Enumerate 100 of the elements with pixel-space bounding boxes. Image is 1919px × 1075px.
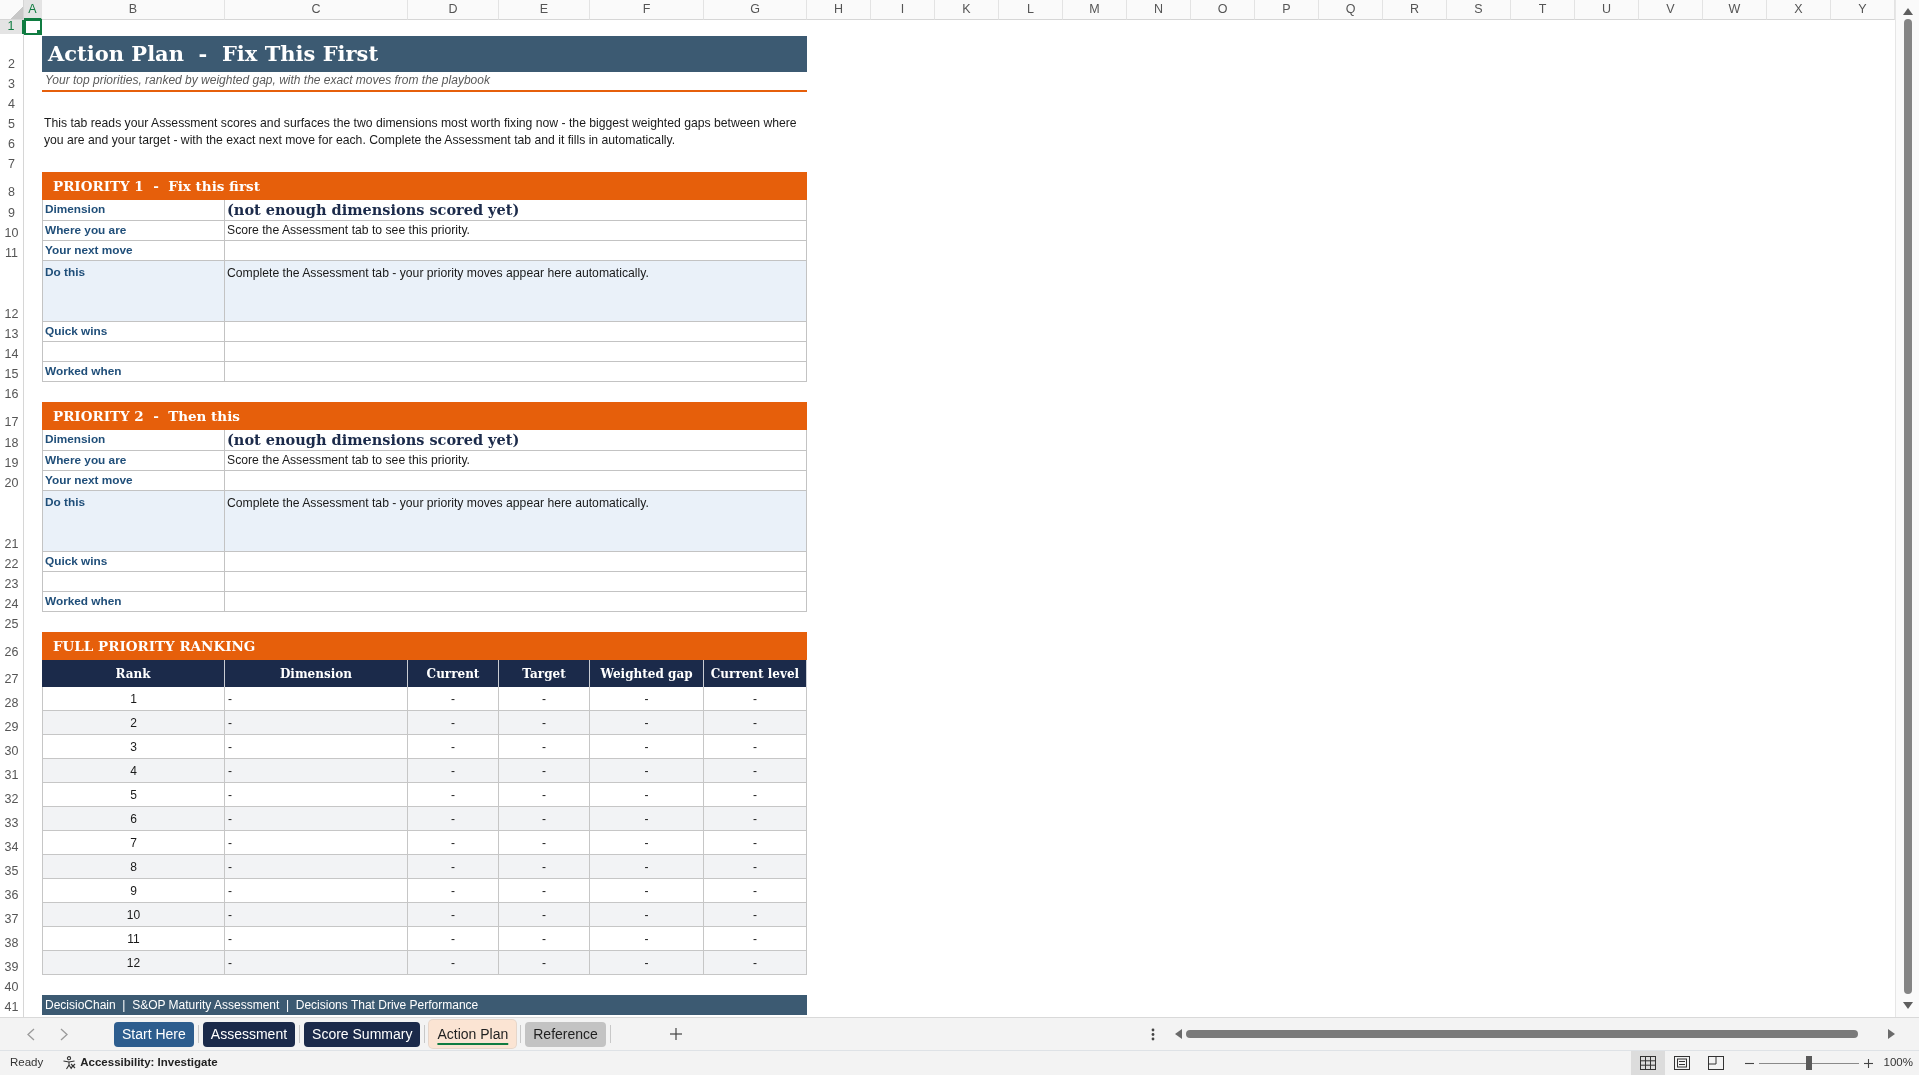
- table-cell: -: [704, 855, 807, 879]
- column-header[interactable]: F: [590, 0, 704, 20]
- accessibility-button[interactable]: Accessibility: Investigate: [62, 1054, 218, 1072]
- grid-icon: [1639, 1056, 1656, 1070]
- column-header[interactable]: S: [1447, 0, 1511, 20]
- table-cell: 10: [42, 903, 225, 927]
- column-header[interactable]: L: [999, 0, 1063, 20]
- section-heading: PRIORITY 2 - Then this: [42, 402, 807, 430]
- column-header[interactable]: H: [807, 0, 871, 20]
- triangle-left-icon[interactable]: [1175, 1029, 1182, 1039]
- section-heading: FULL PRIORITY RANKING: [42, 632, 807, 660]
- slider-thumb[interactable]: [1805, 1056, 1812, 1070]
- field-label: Do this: [42, 261, 225, 322]
- column-header[interactable]: B: [42, 0, 225, 20]
- column-header[interactable]: C: [225, 0, 408, 20]
- sheet-tab[interactable]: Start Here: [114, 1021, 194, 1047]
- table-cell: -: [704, 903, 807, 927]
- field-value: (not enough dimensions scored yet): [225, 200, 807, 221]
- zoom-slider[interactable]: [1758, 1056, 1859, 1070]
- table-cell: 12: [42, 951, 225, 975]
- table-cell: -: [590, 951, 704, 975]
- field-value: (not enough dimensions scored yet): [225, 430, 807, 451]
- table-cell: -: [408, 711, 499, 735]
- column-header[interactable]: U: [1575, 0, 1639, 20]
- view-button[interactable]: [1630, 1050, 1665, 1075]
- field-label: Worked when: [42, 362, 225, 382]
- sheet-tab[interactable]: Assessment: [202, 1021, 296, 1047]
- field-label: Dimension: [42, 430, 225, 451]
- field-label: Do this: [42, 491, 225, 552]
- title-banner: Action Plan - Fix This First: [42, 36, 807, 72]
- table-cell: -: [590, 759, 704, 783]
- table-cell: -: [408, 903, 499, 927]
- zoom-percentage[interactable]: 100%: [1883, 1054, 1913, 1072]
- sheet-tab[interactable]: Action Plan: [429, 1020, 517, 1048]
- triangle-down-icon[interactable]: [1902, 1002, 1913, 1009]
- table-cell: -: [225, 951, 408, 975]
- column-header[interactable]: K: [935, 0, 999, 20]
- sheet-tab[interactable]: Reference: [525, 1021, 606, 1047]
- table-cell: -: [225, 807, 408, 831]
- table-cell: -: [704, 807, 807, 831]
- column-header[interactable]: N: [1127, 0, 1191, 20]
- field-label: Dimension: [42, 200, 225, 221]
- column-heading: Target: [499, 660, 590, 687]
- column-header[interactable]: G: [704, 0, 807, 20]
- column-header[interactable]: Y: [1831, 0, 1895, 20]
- column-header[interactable]: M: [1063, 0, 1127, 20]
- vertical-dots-icon[interactable]: [1151, 1027, 1155, 1041]
- column-header[interactable]: R: [1383, 0, 1447, 20]
- table-cell: -: [590, 711, 704, 735]
- sheet-tab[interactable]: Score Summary: [304, 1021, 421, 1047]
- column-header[interactable]: E: [499, 0, 590, 20]
- column-header[interactable]: X: [1767, 0, 1831, 20]
- table-cell: -: [704, 951, 807, 975]
- column-header[interactable]: V: [1639, 0, 1703, 20]
- plus-icon: [669, 1028, 682, 1040]
- table-cell: -: [590, 903, 704, 927]
- table-cell: -: [225, 711, 408, 735]
- triangle-right-icon[interactable]: [1888, 1029, 1895, 1039]
- field-label: Worked when: [42, 592, 225, 612]
- column-header[interactable]: Q: [1319, 0, 1383, 20]
- column-header[interactable]: D: [408, 0, 499, 20]
- footer-banner: DecisioChain | S&OP Maturity Assessment | Decisions That Drive Performance: [42, 995, 807, 1015]
- column-heading: Current: [408, 660, 499, 687]
- active-cell-outline: [24, 19, 42, 35]
- table-cell: -: [704, 711, 807, 735]
- table-cell: 6: [42, 807, 225, 831]
- person-icon: [62, 1056, 77, 1070]
- scrollbar-thumb[interactable]: [1903, 19, 1912, 994]
- column-header[interactable]: I: [871, 0, 935, 20]
- section-heading: PRIORITY 1 - Fix this first: [42, 172, 807, 200]
- column-header[interactable]: A: [24, 0, 42, 20]
- row-header[interactable]: 1: [0, 20, 24, 34]
- table-cell: -: [499, 759, 590, 783]
- field-value: Complete the Assessment tab - your priority moves appear here automatically.: [225, 491, 807, 552]
- field-label: Where you are: [42, 451, 225, 471]
- vertical-scrollbar[interactable]: [1895, 0, 1919, 1017]
- column-header[interactable]: P: [1255, 0, 1319, 20]
- table-cell: -: [590, 807, 704, 831]
- triangle-up-icon[interactable]: [1902, 8, 1913, 15]
- column-heading: Current level: [704, 660, 807, 687]
- table-cell: -: [408, 951, 499, 975]
- page-icon: [1673, 1056, 1690, 1070]
- field-label: Where you are: [42, 221, 225, 241]
- scrollbar-thumb[interactable]: [1186, 1030, 1858, 1038]
- plus-icon[interactable]: [1863, 1058, 1873, 1068]
- table-cell: -: [408, 759, 499, 783]
- add-sheet-button[interactable]: [668, 1027, 683, 1041]
- subtitle-text: Your top priorities, ranked by weighted gap, with the exact moves from the playbook: [42, 72, 807, 92]
- table-cell: -: [499, 903, 590, 927]
- column-header[interactable]: T: [1511, 0, 1575, 20]
- table-cell: 2: [42, 711, 225, 735]
- column-header[interactable]: O: [1191, 0, 1255, 20]
- field-value: Score the Assessment tab to see this priority.: [225, 221, 807, 241]
- intro-paragraph: This tab reads your Assessment scores and surfaces the two dimensions most worth fixing now - the biggest weighted gaps between where you are and your target - with the exact next move for each. Complete the Assessment tab and it fills in automatically.: [43, 115, 798, 149]
- table-cell: 8: [42, 855, 225, 879]
- table-cell: -: [408, 855, 499, 879]
- table-cell: -: [590, 855, 704, 879]
- column-header[interactable]: W: [1703, 0, 1767, 20]
- table-cell: -: [225, 903, 408, 927]
- status-text: Ready: [10, 1055, 44, 1071]
